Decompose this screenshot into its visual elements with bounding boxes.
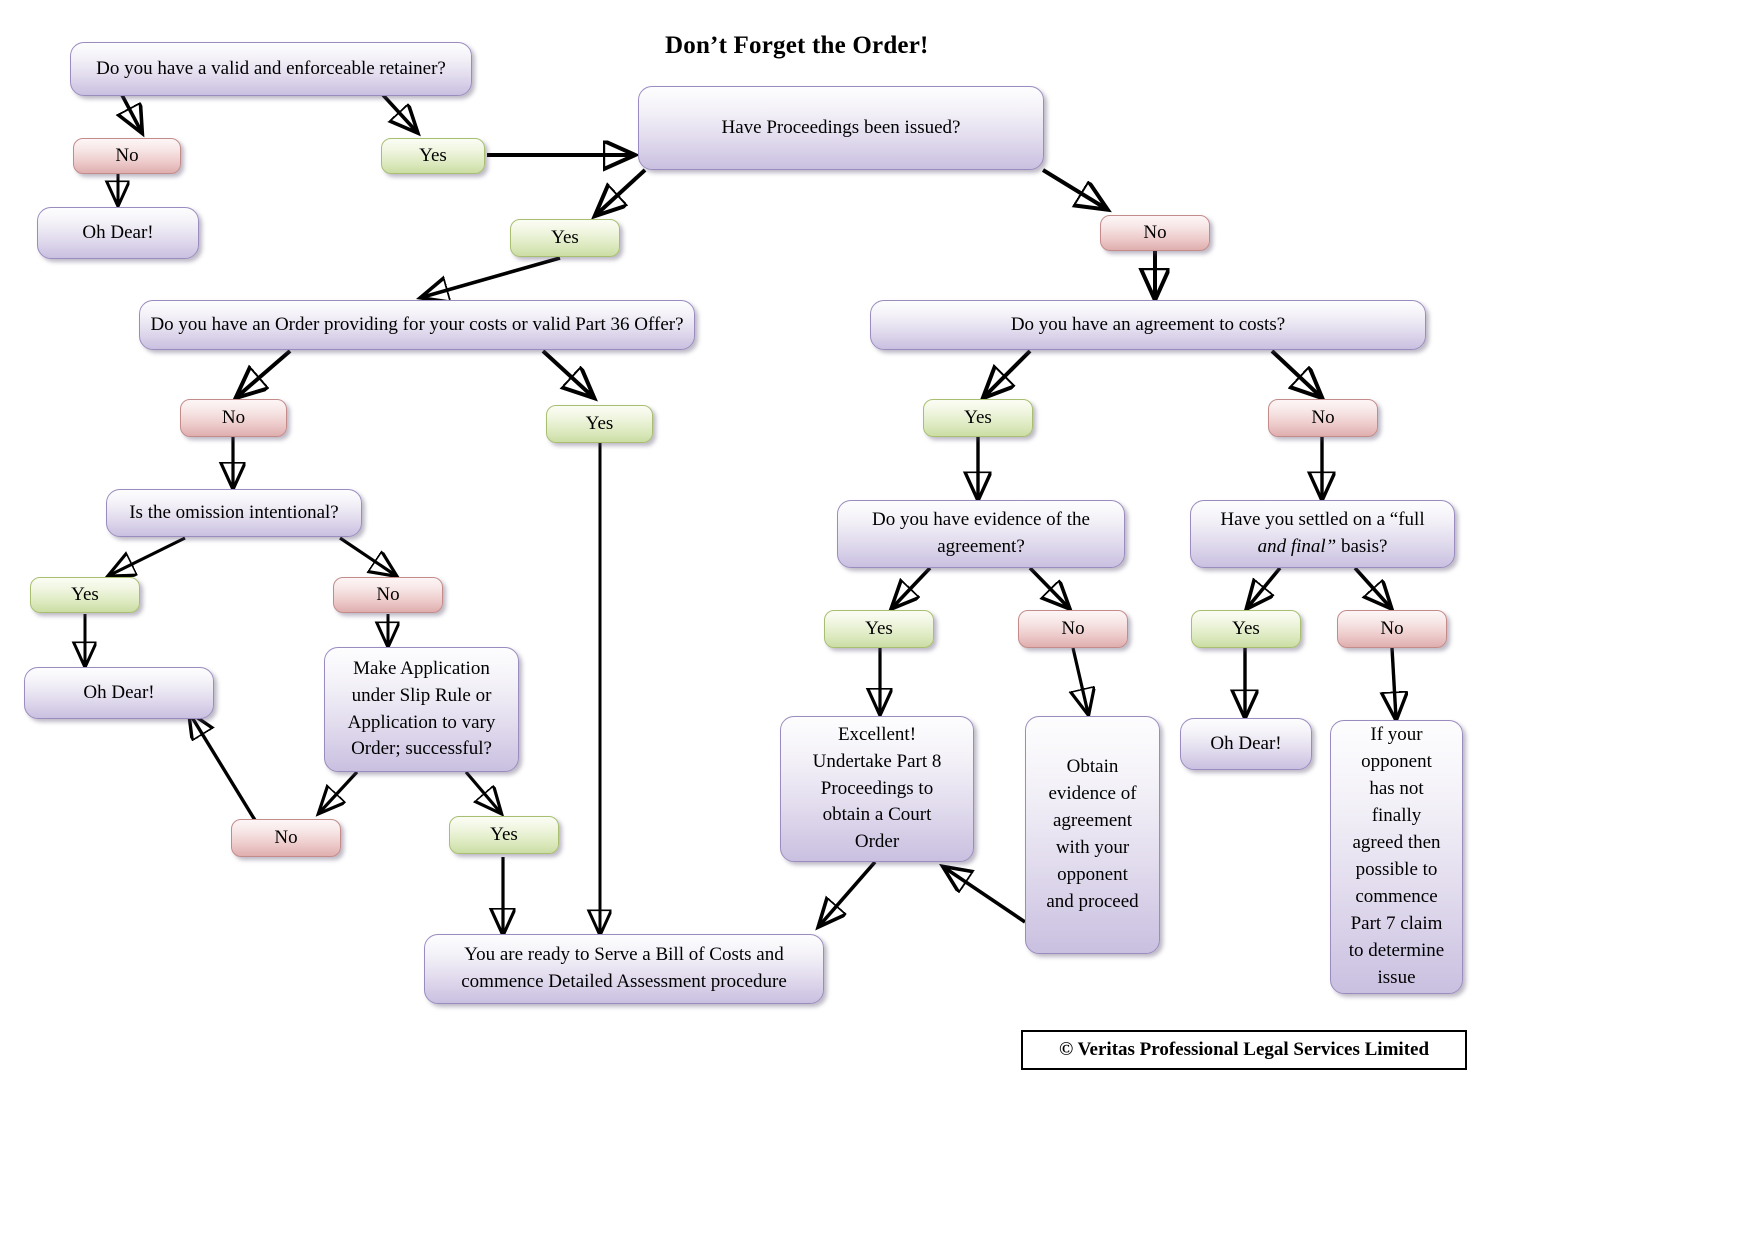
node-order-yes[interactable]: Yes <box>546 405 653 443</box>
make-application-line-1: Make Application <box>353 657 490 679</box>
settled-line-1: Have you settled on a “full <box>1220 509 1425 531</box>
node-oh-dear-omission[interactable]: Oh Dear! <box>24 667 214 719</box>
node-question-settled[interactable]: Have you settled on a “full and final” b… <box>1190 500 1455 568</box>
part7-line-8: Part 7 claim <box>1350 912 1443 934</box>
node-application-yes[interactable]: Yes <box>449 816 559 854</box>
node-application-no[interactable]: No <box>231 819 341 857</box>
node-settled-no[interactable]: No <box>1337 610 1447 648</box>
node-settled-yes[interactable]: Yes <box>1191 610 1301 648</box>
part7-line-2: opponent <box>1361 751 1432 773</box>
node-oh-dear-settled[interactable]: Oh Dear! <box>1180 718 1312 770</box>
make-application-line-3: Application to vary <box>347 711 496 733</box>
obtain-line-5: opponent <box>1057 863 1128 885</box>
node-question-agreement[interactable]: Do you have an agreement to costs? <box>870 300 1426 350</box>
node-omission-yes[interactable]: Yes <box>30 577 140 613</box>
node-retainer-no[interactable]: No <box>73 138 181 174</box>
excellent-line-2: Undertake Part 8 <box>812 750 942 772</box>
part7-line-4: finally <box>1371 805 1422 827</box>
ready-line-2: commence Detailed Assessment procedure <box>461 971 787 992</box>
obtain-line-6: and proceed <box>1046 890 1139 912</box>
ready-line-1: You are ready to Serve a Bill of Costs a… <box>464 944 784 966</box>
node-question-proceedings-label: Have Proceedings been issued? <box>721 116 961 138</box>
settled-line-2-rest: basis? <box>1336 536 1388 557</box>
part7-line-6: possible to <box>1355 859 1438 880</box>
node-question-retainer[interactable]: Do you have a valid and enforceable reta… <box>70 42 472 96</box>
part7-line-3: has not <box>1369 778 1424 800</box>
node-make-application[interactable]: Make Application under Slip Rule or Appl… <box>324 647 519 772</box>
obtain-line-2: evidence of <box>1048 783 1137 805</box>
page-title: Don’t Forget the Order! <box>665 32 929 59</box>
excellent-line-3: Proceedings to <box>820 777 934 799</box>
obtain-line-3: agreement <box>1052 810 1133 832</box>
excellent-line-1: Excellent! <box>837 723 917 745</box>
part7-line-9: to determine <box>1348 939 1445 961</box>
node-ready-to-serve[interactable]: You are ready to Serve a Bill of Costs a… <box>424 934 824 1004</box>
node-agreement-no[interactable]: No <box>1268 399 1378 437</box>
node-omission-no[interactable]: No <box>333 577 443 613</box>
make-application-line-2: under Slip Rule or <box>351 684 492 706</box>
evidence-line-2: agreement? <box>937 536 1025 557</box>
node-part7-claim[interactable]: If your opponent has not finally agreed … <box>1330 720 1463 994</box>
make-application-line-4: Order; successful? <box>351 738 492 760</box>
node-agreement-yes[interactable]: Yes <box>923 399 1033 437</box>
obtain-line-1: Obtain <box>1066 756 1119 778</box>
node-evidence-no[interactable]: No <box>1018 610 1128 648</box>
excellent-line-5: Order <box>854 831 900 853</box>
node-obtain-evidence[interactable]: Obtain evidence of agreement with your o… <box>1025 716 1160 954</box>
evidence-line-1: Do you have evidence of the <box>872 509 1090 531</box>
excellent-line-4: obtain a Court <box>822 804 932 826</box>
node-oh-dear-retainer[interactable]: Oh Dear! <box>37 207 199 259</box>
copyright-footer: © Veritas Professional Legal Services Li… <box>1021 1030 1467 1070</box>
node-question-proceedings[interactable]: Have Proceedings been issued? <box>638 86 1044 170</box>
node-proceedings-yes[interactable]: Yes <box>510 219 620 257</box>
node-evidence-yes[interactable]: Yes <box>824 610 934 648</box>
node-excellent-part8[interactable]: Excellent! Undertake Part 8 Proceedings … <box>780 716 974 862</box>
settled-line-2: and final” basis? <box>1258 534 1388 561</box>
node-question-evidence[interactable]: Do you have evidence of the agreement? <box>837 500 1125 568</box>
node-question-order[interactable]: Do you have an Order providing for your … <box>139 300 695 350</box>
part7-line-5: agreed then <box>1352 832 1441 854</box>
part7-line-7: commence <box>1355 885 1438 907</box>
part7-line-1: If your <box>1370 724 1423 746</box>
flowchart-canvas: Don’t Forget the Order! Do you have a va… <box>0 0 1754 1240</box>
node-proceedings-no[interactable]: No <box>1100 215 1210 251</box>
obtain-line-4: with your <box>1055 837 1130 858</box>
settled-line-2-italic: and final” <box>1257 536 1337 557</box>
node-retainer-yes[interactable]: Yes <box>381 138 485 174</box>
part7-line-10: issue <box>1377 966 1416 988</box>
node-order-no[interactable]: No <box>180 399 287 437</box>
node-question-omission[interactable]: Is the omission intentional? <box>106 489 362 537</box>
